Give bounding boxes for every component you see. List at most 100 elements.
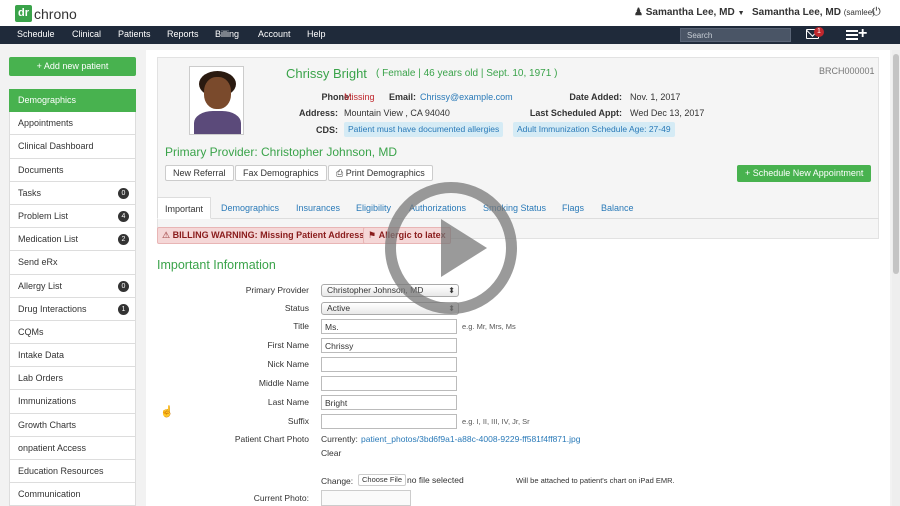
no-file-label: no file selected bbox=[407, 475, 464, 485]
tab-demographics[interactable]: Demographics bbox=[214, 197, 286, 219]
add-new-patient-button[interactable]: + Add new patient bbox=[9, 57, 136, 76]
count-badge: 0 bbox=[118, 187, 129, 199]
sidebar-item-label: Growth Charts bbox=[18, 419, 77, 430]
print-demographics-button[interactable]: ⎙ Print Demographics bbox=[328, 165, 433, 181]
sidebar-item-label: Intake Data bbox=[18, 350, 65, 361]
main-nav: Schedule Clinical Patients Reports Billi… bbox=[0, 25, 900, 44]
last-name-label: Last Name bbox=[267, 397, 309, 407]
account-name[interactable]: Samantha Lee, MD (samlee) bbox=[752, 7, 875, 18]
sidebar-item-label: Documents bbox=[18, 164, 64, 175]
sidebar-item-label: Communication bbox=[18, 489, 81, 500]
nick-name-field[interactable] bbox=[321, 357, 457, 372]
attach-note: Will be attached to patient's chart on i… bbox=[516, 476, 675, 485]
nav-patients[interactable]: Patients bbox=[118, 29, 151, 39]
count-badge: 2 bbox=[118, 234, 129, 246]
hamburger-menu-icon[interactable] bbox=[846, 30, 858, 40]
current-photo-label: Current Photo: bbox=[253, 493, 309, 503]
patient-name: Chrissy Bright bbox=[286, 66, 367, 81]
address-label: Address: bbox=[298, 108, 338, 118]
cds-tag[interactable]: Patient must have documented allergies bbox=[344, 122, 504, 137]
status-label: Status bbox=[284, 303, 309, 313]
user-menu[interactable]: ♟ Samantha Lee, MD ▼ bbox=[634, 7, 745, 18]
sidebar-item-onpatient-access[interactable]: onpatient Access bbox=[9, 436, 136, 460]
patient-id: BRCH000001 bbox=[819, 66, 875, 76]
sidebar-item-send-erx[interactable]: Send eRx bbox=[9, 251, 136, 275]
new-referral-button[interactable]: New Referral bbox=[165, 165, 234, 181]
nick-name-label: Nick Name bbox=[267, 359, 309, 369]
search-input[interactable]: Search bbox=[680, 28, 791, 42]
current-photo-preview bbox=[321, 490, 411, 506]
date-added-value: Nov. 1, 2017 bbox=[630, 92, 681, 102]
phone-value: Missing bbox=[344, 92, 375, 102]
sidebar-item-appointments[interactable]: Appointments bbox=[9, 112, 136, 136]
last-name-field[interactable]: Bright bbox=[321, 395, 457, 410]
sidebar-item-growth-charts[interactable]: Growth Charts bbox=[9, 413, 136, 437]
suffix-field[interactable] bbox=[321, 414, 457, 429]
sidebar-item-label: Education Resources bbox=[18, 466, 104, 476]
sidebar-item-label: onpatient Access bbox=[18, 442, 87, 453]
tab-important[interactable]: Important bbox=[157, 197, 212, 219]
chevron-down-icon: ▼ bbox=[737, 10, 745, 17]
sidebar-item-label: Appointments bbox=[18, 118, 74, 129]
cds-tag[interactable]: Adult Immunization Schedule Age: 27-49 bbox=[513, 122, 675, 137]
plus-icon[interactable]: + bbox=[858, 25, 867, 43]
logo-mark: dr bbox=[15, 5, 32, 22]
sidebar-item-clinical-dashboard[interactable]: Clinical Dashboard bbox=[9, 135, 136, 159]
email-label: Email: bbox=[388, 92, 416, 102]
page-scrollbar[interactable] bbox=[892, 50, 900, 506]
last-appt-label: Last Scheduled Appt: bbox=[529, 108, 622, 118]
sidebar-item-lab-orders[interactable]: Lab Orders bbox=[9, 367, 136, 391]
currently-label: Currently: bbox=[321, 434, 358, 444]
sidebar-item-demographics[interactable]: Demographics bbox=[9, 89, 136, 113]
tab-flags[interactable]: Flags bbox=[555, 197, 591, 219]
count-badge: 1 bbox=[118, 303, 129, 315]
fax-demographics-button[interactable]: Fax Demographics bbox=[235, 165, 327, 181]
sidebar-item-medication-list[interactable]: Medication List 2 bbox=[9, 228, 136, 252]
sidebar-item-cqms[interactable]: CQMs bbox=[9, 320, 136, 345]
middle-name-label: Middle Name bbox=[258, 378, 309, 388]
nav-help[interactable]: Help bbox=[307, 29, 326, 39]
print-demographics-label: Print Demographics bbox=[345, 168, 425, 178]
power-icon[interactable]: ⏻ bbox=[872, 6, 881, 19]
sidebar-item-intake-data[interactable]: Intake Data bbox=[9, 344, 136, 368]
photo-path-link[interactable]: patient_photos/3bd6f9a1-a88c-4008-9229-f… bbox=[361, 434, 580, 444]
sidebar-item-communication[interactable]: Communication bbox=[9, 483, 136, 506]
tab-insurances[interactable]: Insurances bbox=[289, 197, 347, 219]
sidebar-item-label: Problem List bbox=[18, 210, 69, 221]
play-icon bbox=[441, 219, 487, 277]
primary-provider-label: Primary Provider bbox=[245, 285, 309, 295]
video-play-button[interactable] bbox=[385, 182, 517, 314]
account-handle: (samlee) bbox=[843, 8, 875, 17]
warning-icon: ⚠ bbox=[162, 230, 173, 240]
schedule-new-appointment-button[interactable]: + Schedule New Appointment bbox=[737, 165, 872, 182]
patient-meta: ( Female | 46 years old | Sept. 10, 1971… bbox=[376, 68, 558, 79]
tab-eligibility[interactable]: Eligibility bbox=[349, 197, 398, 219]
sidebar-item-label: Clinical Dashboard bbox=[18, 141, 94, 152]
address-value: Mountain View , CA 94040 bbox=[344, 108, 450, 118]
middle-name-field[interactable] bbox=[321, 376, 457, 391]
nav-billing[interactable]: Billing bbox=[215, 29, 239, 39]
user-icon: ♟ bbox=[634, 7, 643, 18]
sidebar-item-drug-interactions[interactable]: Drug Interactions 1 bbox=[9, 297, 136, 321]
drchrono-logo[interactable]: dr chrono bbox=[15, 5, 77, 22]
user-menu-name: Samantha Lee, MD bbox=[645, 7, 735, 18]
sidebar-item-allergy-list[interactable]: Allergy List 0 bbox=[9, 274, 136, 298]
sidebar-item-education-resources[interactable]: Education Resources bbox=[9, 460, 136, 484]
sidebar-item-documents[interactable]: Documents bbox=[9, 158, 136, 182]
first-name-field[interactable]: Chrissy bbox=[321, 338, 457, 353]
nav-account[interactable]: Account bbox=[258, 29, 291, 39]
logo-text: chrono bbox=[34, 5, 77, 22]
billing-warning-text: BILLING WARNING: Missing Patient Address bbox=[172, 230, 365, 240]
title-field[interactable]: Ms. bbox=[321, 319, 457, 334]
patient-photo bbox=[189, 66, 244, 135]
nav-clinical[interactable]: Clinical bbox=[72, 29, 101, 39]
clear-label[interactable]: Clear bbox=[321, 448, 341, 458]
sidebar-item-immunizations[interactable]: Immunizations bbox=[9, 390, 136, 414]
nav-reports[interactable]: Reports bbox=[167, 29, 199, 39]
tab-balance[interactable]: Balance bbox=[594, 197, 641, 219]
sidebar-item-problem-list[interactable]: Problem List 4 bbox=[9, 204, 136, 229]
sidebar-item-tasks[interactable]: Tasks 0 bbox=[9, 181, 136, 205]
nav-schedule[interactable]: Schedule bbox=[17, 29, 55, 39]
choose-file-button[interactable]: Choose File bbox=[358, 474, 407, 486]
section-title: Important Information bbox=[157, 258, 276, 272]
